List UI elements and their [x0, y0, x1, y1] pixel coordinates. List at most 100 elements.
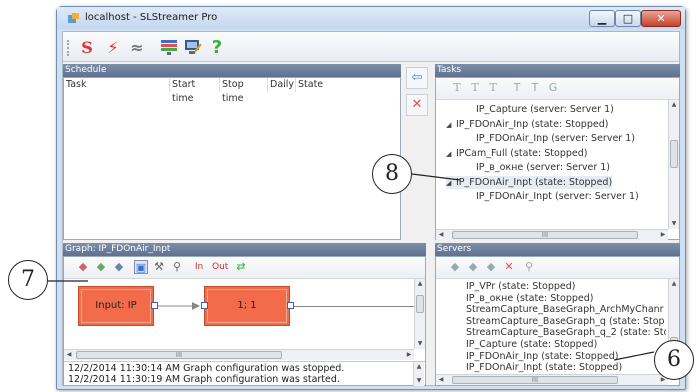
log-line: 12/2/2014 11:30:19 AM Graph configuratio…	[68, 374, 340, 385]
node-second-out-port[interactable]	[287, 302, 294, 309]
diamond-copy-icon[interactable]: ◆	[484, 260, 498, 274]
task-tree-item[interactable]: ◢ IP_FDOnAir_Inpt (state: Stopped)	[446, 175, 613, 189]
diamond-icon[interactable]: ◆	[448, 260, 462, 274]
title-bar: localhost - SLStreamer Pro ▁ □ ✕	[57, 7, 685, 29]
task-tree-item[interactable]: IP_FDOnAir_Inpt (server: Server 1)	[476, 190, 639, 203]
node-input-label: Input: IP	[95, 300, 137, 311]
scroll-up-icon[interactable]: ▲	[415, 279, 425, 289]
probe-icon[interactable]: ⚲	[522, 260, 536, 274]
servers-header: Servers	[435, 243, 680, 256]
expand-arrow-icon[interactable]: ◢	[446, 148, 456, 161]
node-second[interactable]: 1; 1	[204, 286, 290, 326]
tasks-header: Tasks	[435, 64, 680, 77]
move-to-schedule-button[interactable]: ⇦	[406, 67, 428, 89]
main-toolbar: S ⚡ ≈ ?	[63, 32, 679, 62]
graph-hscroll[interactable]: ◀ III ▶	[64, 349, 414, 360]
diamond-add-icon[interactable]: ◆	[76, 260, 90, 274]
col-start-time[interactable]: Start time	[170, 78, 220, 104]
graph-t-tree-icon[interactable]: G	[546, 81, 560, 95]
connect-icon[interactable]: ⇄	[234, 260, 248, 274]
maximize-button[interactable]: □	[615, 10, 641, 27]
text-t-delete-icon[interactable]: T	[486, 81, 500, 95]
close-button[interactable]: ✕	[641, 10, 681, 27]
col-state[interactable]: State	[296, 78, 356, 92]
lightning-icon[interactable]: ⚡	[103, 38, 123, 58]
log-vscroll[interactable]: ▲ ▼	[413, 362, 424, 386]
tools-icon[interactable]: ⚒	[152, 260, 166, 274]
monitor-icon[interactable]: ▣	[134, 260, 148, 274]
help-icon[interactable]: ?	[207, 38, 227, 58]
graph-vscroll-thumb[interactable]	[416, 295, 424, 313]
server-list-item[interactable]: IP_FDOnAir_Inpt (state: Stopped)	[466, 361, 666, 374]
servers-hscroll-thumb[interactable]: III	[452, 376, 618, 384]
task-tree-item-label: IP_FDOnAir_Inp (server: Server 1)	[476, 133, 635, 144]
scroll-down-icon[interactable]: ▼	[669, 219, 679, 229]
node-input-out-port[interactable]	[151, 302, 158, 309]
app-icon	[68, 13, 79, 23]
monitor-tasks-icon[interactable]	[159, 38, 179, 58]
callout-6-line	[614, 351, 655, 361]
scroll-down-icon[interactable]: ▼	[415, 339, 425, 349]
task-tree-item[interactable]: IP_FDOnAir_Inp (server: Server 1)	[476, 132, 635, 145]
delete-icon[interactable]: ✕	[502, 260, 516, 274]
tasks-toolbar: T T T T T G	[436, 78, 679, 100]
tasks-hscroll-thumb[interactable]: III	[452, 231, 638, 239]
task-tree-item[interactable]: ◢ IP_FDOnAir_Inp (state: Stopped)	[446, 118, 608, 131]
expand-arrow-icon[interactable]: ◢	[446, 119, 456, 132]
node-input-ip[interactable]: Input: IP	[78, 286, 154, 326]
callout-8: 8	[372, 154, 412, 194]
col-stop-time[interactable]: Stop time	[220, 78, 268, 104]
log-panel: 12/2/2014 11:30:14 AM Graph configuratio…	[64, 361, 425, 386]
col-daily[interactable]: Daily	[268, 78, 296, 92]
task-tree-item[interactable]: ◢ IPCam_Full (state: Stopped)	[446, 147, 587, 160]
col-task[interactable]: Task	[64, 78, 170, 92]
input-add-icon[interactable]: In	[192, 260, 206, 274]
graph-toolbar: ◆ ◆ ◆ ▣ ⚒ ⚲ In Out ⇄	[64, 257, 425, 279]
text-t-arrow-icon[interactable]: T	[468, 81, 482, 95]
scroll-down-icon[interactable]: ▼	[414, 376, 424, 386]
toolbar-grip[interactable]	[67, 40, 69, 56]
window-title: localhost - SLStreamer Pro	[85, 12, 218, 23]
tasks-hscroll[interactable]: ◀ III ▶	[436, 229, 668, 240]
node-link-arrow	[158, 302, 200, 310]
scroll-right-icon[interactable]: ▶	[404, 350, 414, 360]
log-line: 12/2/2014 11:30:14 AM Graph configuratio…	[68, 363, 345, 374]
scroll-up-icon[interactable]: ▲	[669, 279, 679, 289]
callout-7-line	[48, 280, 88, 282]
graph-t-icon[interactable]: T	[510, 81, 524, 95]
scroll-left-icon[interactable]: ◀	[436, 375, 446, 385]
task-tree-item-label: IPCam_Full (state: Stopped)	[456, 147, 588, 159]
task-tree-item-label: IP_FDOnAir_Inp (state: Stopped)	[456, 118, 609, 130]
graph-vscroll[interactable]: ▲ ▼	[414, 279, 425, 349]
diamond-copy-icon[interactable]: ◆	[112, 260, 126, 274]
scroll-up-icon[interactable]: ▲	[669, 100, 679, 110]
diamond-edit-icon[interactable]: ◆	[466, 260, 480, 274]
graph-t-add-icon[interactable]: T	[528, 81, 542, 95]
scroll-up-icon[interactable]: ▲	[414, 362, 424, 372]
waves-icon[interactable]: ≈	[127, 38, 147, 58]
monitor-edit-icon[interactable]	[183, 38, 203, 58]
servers-toolbar: ◆ ◆ ◆ ✕ ⚲	[436, 257, 679, 279]
diamond-edit-icon[interactable]: ◆	[94, 260, 108, 274]
graph-panel: ◆ ◆ ◆ ▣ ⚒ ⚲ In Out ⇄ Input: IP 1; 1 ▲ ▼ …	[63, 256, 426, 386]
callout-8-line	[412, 173, 461, 181]
delete-schedule-button[interactable]: ✕	[406, 94, 428, 116]
graph-header: Graph: IP_FDOnAir_Inpt	[63, 243, 426, 256]
task-tree-item[interactable]: IP_в_окне (server: Server 1)	[476, 161, 610, 174]
graph-canvas: Input: IP 1; 1	[64, 279, 414, 349]
graph-hscroll-thumb[interactable]: III	[76, 351, 282, 359]
task-tree-item[interactable]: IP_Capture (server: Server 1)	[476, 103, 614, 116]
s-logo-icon[interactable]: S	[77, 38, 97, 58]
scroll-right-icon[interactable]: ▶	[658, 230, 668, 240]
tasks-vscroll[interactable]: ▲ ▼	[668, 100, 679, 229]
text-t-icon[interactable]: T	[450, 81, 464, 95]
probe-icon[interactable]: ⚲	[170, 260, 184, 274]
node-link-out	[294, 306, 414, 307]
node-second-in-port[interactable]	[201, 302, 208, 309]
tasks-vscroll-thumb[interactable]	[670, 140, 678, 168]
minimize-button[interactable]: ▁	[589, 10, 615, 27]
scroll-left-icon[interactable]: ◀	[64, 350, 74, 360]
servers-hscroll[interactable]: ◀ III ▶	[436, 374, 668, 385]
scroll-left-icon[interactable]: ◀	[436, 230, 446, 240]
output-add-icon[interactable]: Out	[212, 260, 228, 274]
